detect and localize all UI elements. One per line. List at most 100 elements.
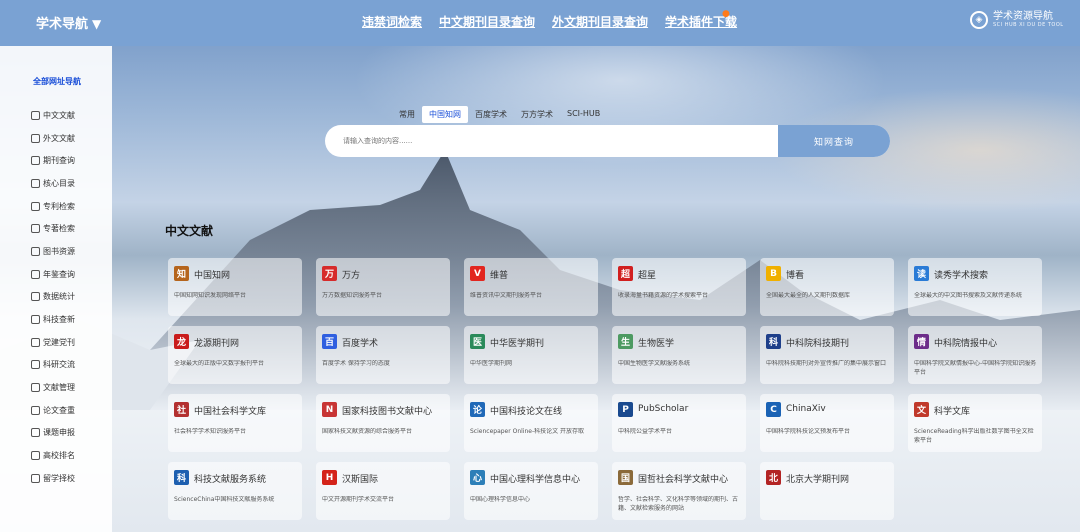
sidebar-item-icon xyxy=(31,292,40,302)
section-title: 中文文献 xyxy=(165,224,214,238)
sidebar-item-icon xyxy=(31,133,40,143)
resource-card[interactable]: 国国哲社会科学文献中心 哲学、社会科学、文化科学等领域的期刊、古籍、文献检索服务的… xyxy=(612,462,746,520)
sidebar-item-icon xyxy=(31,110,40,120)
resource-description: 中国科学院科技论文预发布平台 xyxy=(766,428,851,435)
sidebar-item-icon xyxy=(31,473,40,483)
nav-link-chinese-journals[interactable]: 中文期刊目录查询 xyxy=(439,13,535,30)
resource-name: 中华医学期刊 xyxy=(490,339,545,349)
logo-emblem-icon: ◈ xyxy=(970,11,988,29)
sidebar-item[interactable]: 核心目录 xyxy=(31,172,75,195)
resource-logo-icon: 超 xyxy=(618,266,633,281)
resource-card[interactable]: 科中科院科技期刊中科院科技期刊对外宣传推广的集中展示窗口 xyxy=(760,326,894,384)
resource-description: 中华医学期刊网 xyxy=(470,360,513,367)
sidebar-item[interactable]: 外文文献 xyxy=(31,127,75,150)
sidebar-item[interactable]: 高校排名 xyxy=(31,444,75,467)
resource-card[interactable]: 北北京大学期刊网 xyxy=(760,462,894,520)
sidebar-item[interactable]: 年鉴查询 xyxy=(31,263,75,286)
resource-card[interactable]: 心中国心理科学信息中心 中国心理科学信息中心 xyxy=(464,462,598,520)
resource-card[interactable]: H 汉斯国际 中文开源期刊学术交流平台 xyxy=(316,462,450,520)
resource-card[interactable]: 超超星 收录海量书籍资源的学术搜索平台 xyxy=(612,258,746,316)
resource-description: ScienceReading科学出版社数字图书全文检索平台 xyxy=(914,428,1034,444)
resource-card[interactable]: 科科技文献服务系统 ScienceChina中国科技文献服务系统 xyxy=(168,462,302,520)
resource-card[interactable]: 读读秀学术搜索 全球最大的中文图书搜索及文献传递系统 xyxy=(908,258,1042,316)
sidebar-item[interactable]: 专著检索 xyxy=(31,217,75,240)
sidebar-item-label: 留学择校 xyxy=(43,473,75,483)
sidebar-item-icon xyxy=(31,178,40,188)
resource-card[interactable]: 龙龙源期刊网 全球最大的正版中文数字报刊平台 xyxy=(168,326,302,384)
resource-logo-icon: 知 xyxy=(174,266,189,281)
resource-description: 收录海量书籍资源的学术搜索平台 xyxy=(618,292,709,299)
sidebar-item[interactable]: 图书资源 xyxy=(31,240,75,263)
sidebar-item-icon xyxy=(31,360,40,370)
resource-name: 中科院情报中心 xyxy=(934,339,998,349)
search-tabs: 常用 中国知网 百度学术 万方学术 SCI-HUB xyxy=(392,106,607,123)
resource-card[interactable]: P PubScholar 中科院公益学术平台 xyxy=(612,394,746,452)
sidebar-item-icon xyxy=(31,451,40,461)
resource-name: 中科院科技期刊 xyxy=(786,339,850,349)
sidebar-item[interactable]: 党建党刊 xyxy=(31,331,75,354)
resource-card[interactable]: 文科学文库 ScienceReading科学出版社数字图书全文检索平台 xyxy=(908,394,1042,452)
brand-title[interactable]: 学术导航 ▼ xyxy=(36,13,101,32)
search-button[interactable]: 知网查询 xyxy=(778,125,890,157)
resource-name: 维普 xyxy=(490,271,509,281)
resource-name: 中国知网 xyxy=(194,271,231,281)
search-tab[interactable]: SCI-HUB xyxy=(560,106,607,123)
sidebar-item-label: 论文查重 xyxy=(43,405,75,415)
search-tab[interactable]: 中国知网 xyxy=(422,106,468,123)
sidebar-item-label: 专利检索 xyxy=(43,201,75,211)
resource-name: 北京大学期刊网 xyxy=(786,475,850,485)
resource-description: 哲学、社会科学、文化科学等领域的期刊、古籍、文献检索服务的网站 xyxy=(618,496,739,512)
search-tab[interactable]: 常用 xyxy=(392,106,422,123)
resource-card[interactable]: 社中国社会科学文库 社会科学学术知识服务平台 xyxy=(168,394,302,452)
resource-card[interactable]: 生生物医学 中国生物医学文献服务系统 xyxy=(612,326,746,384)
sidebar-list: 中文文献外文文献期刊查询 核心目录专利检索专著检索 图书资源 年鉴查询 数据统计 科技查新… xyxy=(31,104,75,490)
resource-logo-icon: 社 xyxy=(174,402,189,417)
search-tab[interactable]: 万方学术 xyxy=(514,106,560,123)
sidebar-item-label: 中文文献 xyxy=(43,110,75,120)
search-tab[interactable]: 百度学术 xyxy=(468,106,514,123)
nav-link-foreign-journals[interactable]: 外文期刊目录查询 xyxy=(552,13,648,30)
brand-title-text: 学术导航 xyxy=(36,17,89,32)
resource-card[interactable]: 论中国科技论文在线 Sciencepaper Online-科技论文 开放存取 xyxy=(464,394,598,452)
resource-description: 中国科学院文献情报中心-中国科学院知识服务平台 xyxy=(914,360,1037,376)
resource-card[interactable]: 情中科院情报中心中国科学院文献情报中心-中国科学院知识服务平台 xyxy=(908,326,1042,384)
resource-description: 万方数据知识服务平台 xyxy=(322,292,383,299)
sidebar-item-icon xyxy=(31,315,40,325)
resource-card[interactable]: C ChinaXiv 中国科学院科技论文预发布平台 xyxy=(760,394,894,452)
logo-subtitle: SCI HUB XI DU DE TOOL xyxy=(993,22,1064,29)
resource-card[interactable]: 万万方 万方数据知识服务平台 xyxy=(316,258,450,316)
resource-description: 中科院科技期刊对外宣传推广的集中展示窗口 xyxy=(766,360,887,367)
resource-logo-icon: 医 xyxy=(470,334,485,349)
sidebar-title[interactable]: 全部网址导航 xyxy=(33,76,81,87)
sidebar-item[interactable]: 专利检索 xyxy=(31,195,75,218)
resource-card[interactable]: 医中华医学期刊中华医学期刊网 xyxy=(464,326,598,384)
resource-logo-icon: 科 xyxy=(174,470,189,485)
resource-description: 中国心理科学信息中心 xyxy=(470,496,531,503)
sidebar-item[interactable]: 数据统计 xyxy=(31,286,75,309)
search-input[interactable] xyxy=(325,125,778,157)
resource-card[interactable]: N 国家科技图书文献中心 国家科技文献资源的综合服务平台 xyxy=(316,394,450,452)
sidebar-item-icon xyxy=(31,405,40,415)
resource-card[interactable]: 百百度学术 百度学术 保持学习的态度 xyxy=(316,326,450,384)
resource-description: 维普资讯中文期刊服务平台 xyxy=(470,292,543,299)
resource-logo-icon: 科 xyxy=(766,334,781,349)
resource-logo-icon: 情 xyxy=(914,334,929,349)
sidebar-item[interactable]: 科研交流 xyxy=(31,354,75,377)
resource-name: 汉斯国际 xyxy=(342,475,379,485)
sidebar-item-label: 外文文献 xyxy=(43,133,75,143)
sidebar-item[interactable]: 文献管理 xyxy=(31,376,75,399)
sidebar-item[interactable]: 科技查新 xyxy=(31,308,75,331)
sidebar-item[interactable]: 课题申报 xyxy=(31,422,75,445)
sidebar-item[interactable]: 期刊查询 xyxy=(31,149,75,172)
sidebar-item[interactable]: 论文查重 xyxy=(31,399,75,422)
sidebar-item[interactable]: 留学择校 xyxy=(31,467,75,490)
sidebar-item-label: 党建党刊 xyxy=(43,337,75,347)
resource-logo-icon: 文 xyxy=(914,402,929,417)
resource-card[interactable]: B 博看 全国最大最全的人文期刊数据库 xyxy=(760,258,894,316)
site-logo[interactable]: ◈ 学术资源导航 SCI HUB XI DU DE TOOL xyxy=(970,11,1064,29)
resource-card[interactable]: V 维普 维普资讯中文期刊服务平台 xyxy=(464,258,598,316)
resource-logo-icon: 百 xyxy=(322,334,337,349)
resource-card[interactable]: 知中国知网 中国知网知识发现网络平台 xyxy=(168,258,302,316)
sidebar-item[interactable]: 中文文献 xyxy=(31,104,75,127)
nav-link-forbidden-words[interactable]: 违禁词检索 xyxy=(362,13,422,30)
